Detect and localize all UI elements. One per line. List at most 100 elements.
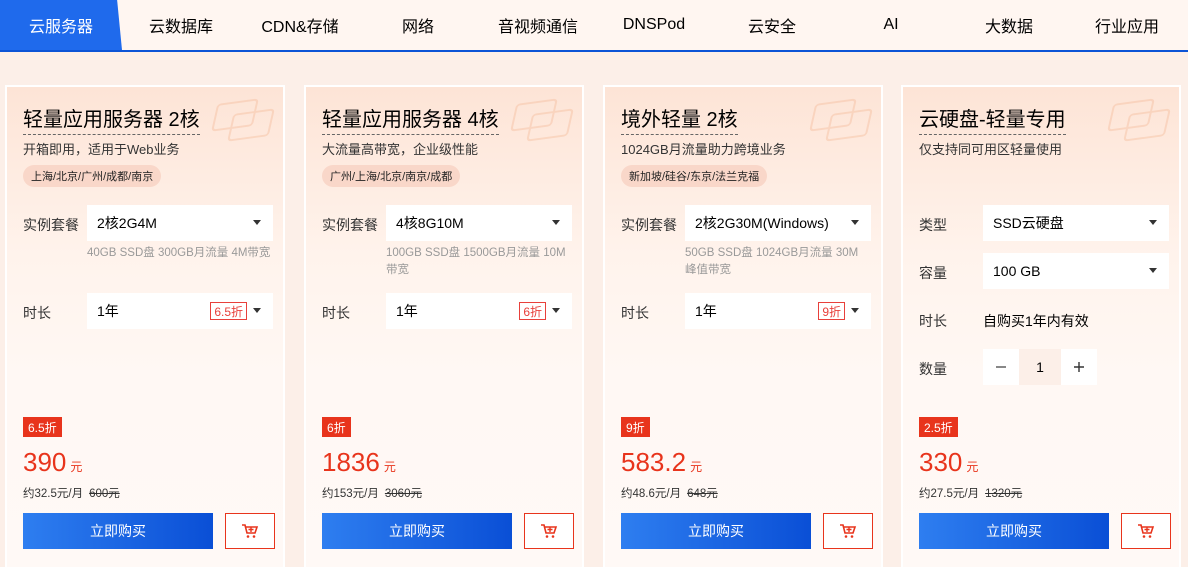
package-desc: 50GB SSD盘 1024GB月流量 30M峰值带宽 bbox=[685, 247, 859, 276]
decoration-icon bbox=[205, 91, 275, 151]
capacity-label: 容量 bbox=[919, 265, 947, 281]
original-price: 648元 bbox=[687, 488, 718, 500]
monthly-value: 约153元/月 bbox=[322, 488, 379, 500]
package-select[interactable]: 4核8G10M bbox=[386, 205, 572, 241]
tab-cdn-storage[interactable]: CDN&存储 bbox=[240, 0, 360, 50]
add-to-cart-button[interactable] bbox=[225, 513, 275, 549]
tab-cloud-server[interactable]: 云服务器 bbox=[0, 0, 122, 50]
type-label: 类型 bbox=[919, 217, 947, 233]
duration-select[interactable]: 1年 6.5折 bbox=[87, 293, 273, 329]
duration-value: 1年 bbox=[695, 303, 717, 319]
chevron-down-icon bbox=[552, 220, 560, 225]
card-subtitle: 1024GB月流量助力跨境业务 bbox=[621, 142, 786, 157]
package-value: 2核2G30M(Windows) bbox=[695, 215, 829, 231]
duration-label: 时长 bbox=[23, 305, 51, 321]
duration-label: 时长 bbox=[322, 305, 350, 321]
tab-network[interactable]: 网络 bbox=[360, 0, 476, 50]
price-unit: 元 bbox=[690, 460, 703, 474]
card-subtitle: 仅支持同可用区轻量使用 bbox=[919, 142, 1063, 157]
cart-icon bbox=[541, 524, 558, 538]
tab-cloud-database[interactable]: 云数据库 bbox=[122, 0, 240, 50]
card-title[interactable]: 境外轻量 2核 bbox=[621, 103, 738, 135]
price-unit: 元 bbox=[383, 460, 396, 474]
package-desc: 40GB SSD盘 300GB月流量 4M带宽 bbox=[87, 247, 271, 259]
discount-badge: 6折 bbox=[322, 417, 351, 437]
capacity-value: 100 GB bbox=[993, 263, 1041, 279]
duration-select[interactable]: 1年 6折 bbox=[386, 293, 572, 329]
card-subtitle: 大流量高带宽，企业级性能 bbox=[322, 142, 479, 157]
chevron-down-icon bbox=[253, 220, 261, 225]
tab-big-data[interactable]: 大数据 bbox=[946, 0, 1072, 50]
quantity-label: 数量 bbox=[919, 361, 947, 377]
buy-now-button[interactable]: 立即购买 bbox=[919, 513, 1109, 549]
tab-cloud-security[interactable]: 云安全 bbox=[708, 0, 836, 50]
chevron-down-icon bbox=[1149, 268, 1157, 273]
add-to-cart-button[interactable] bbox=[1121, 513, 1171, 549]
plus-button[interactable] bbox=[1061, 349, 1097, 385]
package-label: 实例套餐 bbox=[621, 217, 677, 233]
product-tabs: 云服务器 云数据库 CDN&存储 网络 音视频通信 DNSPod 云安全 AI … bbox=[0, 0, 1188, 52]
discount-badge: 6.5折 bbox=[23, 417, 62, 437]
type-select[interactable]: SSD云硬盘 bbox=[983, 205, 1169, 241]
chevron-down-icon bbox=[552, 308, 560, 313]
price: 390 元 bbox=[23, 447, 82, 478]
product-card: 轻量应用服务器 2核 开箱即用，适用于Web业务 上海/北京/广州/成都/南京 … bbox=[5, 85, 285, 567]
original-price: 600元 bbox=[89, 488, 120, 500]
minus-button[interactable] bbox=[983, 349, 1019, 385]
package-desc: 100GB SSD盘 1500GB月流量 10M带宽 bbox=[386, 247, 566, 276]
region-tag: 上海/北京/广州/成都/南京 bbox=[23, 165, 162, 187]
price: 330 元 bbox=[919, 447, 978, 478]
price-value: 330 bbox=[919, 447, 963, 477]
plus-icon bbox=[1074, 362, 1084, 372]
price-unit: 元 bbox=[70, 460, 83, 474]
price-value: 1836 bbox=[322, 447, 380, 477]
duration-value: 自购买1年内有效 bbox=[983, 313, 1089, 329]
quantity-value[interactable]: 1 bbox=[1019, 349, 1061, 385]
monthly-price: 约48.6元/月 648元 bbox=[621, 485, 718, 501]
buy-now-button[interactable]: 立即购买 bbox=[23, 513, 213, 549]
decoration-icon bbox=[504, 91, 574, 151]
product-card: 云硬盘-轻量专用 仅支持同可用区轻量使用 类型 SSD云硬盘 容量 100 GB… bbox=[901, 85, 1181, 567]
add-to-cart-button[interactable] bbox=[823, 513, 873, 549]
discount-badge: 2.5折 bbox=[919, 417, 958, 437]
package-label: 实例套餐 bbox=[322, 217, 378, 233]
chevron-down-icon bbox=[851, 308, 859, 313]
add-to-cart-button[interactable] bbox=[524, 513, 574, 549]
decoration-icon bbox=[803, 91, 873, 151]
product-cards: 轻量应用服务器 2核 开箱即用，适用于Web业务 上海/北京/广州/成都/南京 … bbox=[0, 85, 1188, 567]
chevron-down-icon bbox=[253, 308, 261, 313]
package-select[interactable]: 2核2G30M(Windows) bbox=[685, 205, 871, 241]
buy-now-button[interactable]: 立即购买 bbox=[621, 513, 811, 549]
discount-tag: 9折 bbox=[818, 302, 845, 320]
card-title[interactable]: 轻量应用服务器 4核 bbox=[322, 103, 499, 135]
discount-tag: 6折 bbox=[519, 302, 546, 320]
package-label: 实例套餐 bbox=[23, 217, 79, 233]
tab-dnspod[interactable]: DNSPod bbox=[600, 0, 708, 50]
monthly-value: 约32.5元/月 bbox=[23, 488, 84, 500]
duration-value: 1年 bbox=[396, 303, 418, 319]
decoration-icon bbox=[1101, 91, 1171, 151]
package-select[interactable]: 2核2G4M bbox=[87, 205, 273, 241]
region-tag: 广州/上海/北京/南京/成都 bbox=[322, 165, 461, 187]
chevron-down-icon bbox=[1149, 220, 1157, 225]
chevron-down-icon bbox=[851, 220, 859, 225]
region-tag: 新加坡/硅谷/东京/法兰克福 bbox=[621, 165, 768, 187]
card-subtitle: 开箱即用，适用于Web业务 bbox=[23, 142, 180, 157]
package-value: 2核2G4M bbox=[97, 215, 157, 231]
discount-tag: 6.5折 bbox=[210, 302, 247, 320]
price-unit: 元 bbox=[966, 460, 979, 474]
buy-now-button[interactable]: 立即购买 bbox=[322, 513, 512, 549]
card-title[interactable]: 云硬盘-轻量专用 bbox=[919, 103, 1066, 135]
card-title[interactable]: 轻量应用服务器 2核 bbox=[23, 103, 200, 135]
tab-av-communication[interactable]: 音视频通信 bbox=[476, 0, 600, 50]
tab-industry[interactable]: 行业应用 bbox=[1072, 0, 1182, 50]
tab-ai[interactable]: AI bbox=[836, 0, 946, 50]
price-value: 390 bbox=[23, 447, 67, 477]
price: 583.2 元 bbox=[621, 447, 702, 478]
duration-select[interactable]: 1年 9折 bbox=[685, 293, 871, 329]
price: 1836 元 bbox=[322, 447, 396, 478]
capacity-select[interactable]: 100 GB bbox=[983, 253, 1169, 289]
monthly-price: 约32.5元/月 600元 bbox=[23, 485, 120, 501]
minus-icon bbox=[996, 366, 1006, 368]
cart-icon bbox=[242, 524, 259, 538]
